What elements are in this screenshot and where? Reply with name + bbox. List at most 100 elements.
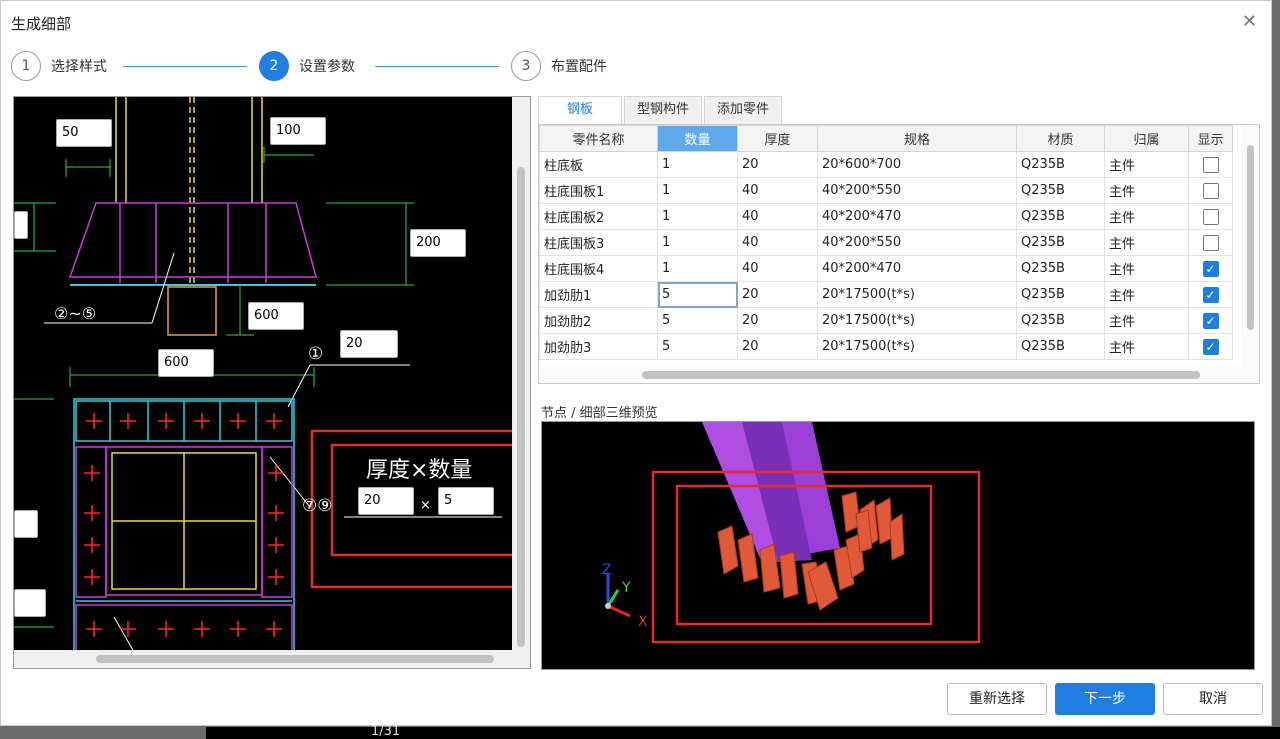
cell-name[interactable]: 柱底板 [539,151,658,178]
cell-thick[interactable]: 20 [737,333,818,360]
cell-thick[interactable]: 20 [737,307,818,334]
tab-steel-plate[interactable]: 钢板 [538,96,622,124]
next-button[interactable]: 下一步 [1055,683,1155,715]
cell-qty[interactable]: 1 [657,177,738,204]
cad-horizontal-scrollbar[interactable] [14,650,530,668]
dim-input-20[interactable]: 20 [340,330,398,358]
col-thickness[interactable]: 厚度 [737,125,818,152]
cad-vertical-scrollbar[interactable] [512,97,530,652]
cell-mat[interactable]: Q235B [1016,229,1105,256]
cell-spec[interactable]: 20*17500(t*s) [817,307,1017,334]
cell-show[interactable] [1188,177,1233,204]
cell-mat[interactable]: Q235B [1016,151,1105,178]
cell-qty[interactable]: 1 [657,203,738,230]
table-row[interactable]: 柱底围板3 1 40 40*200*550 Q235B 主件 [539,229,1233,256]
checkbox-unchecked[interactable] [1202,182,1219,199]
close-icon[interactable]: ✕ [1242,11,1257,32]
cell-mat[interactable]: Q235B [1016,255,1105,282]
cell-qty[interactable]: 1 [657,229,738,256]
cell-spec[interactable]: 40*200*470 [817,255,1017,282]
cell-thick[interactable]: 20 [737,151,818,178]
scroll-thumb[interactable] [96,655,494,663]
cell-qty[interactable]: 5 [657,307,738,334]
cell-owner[interactable]: 主件 [1104,151,1189,178]
dim-input-200[interactable]: 200 [410,229,466,257]
table-horizontal-scrollbar[interactable] [539,367,1243,383]
3d-preview-viewport[interactable]: Z Y X [541,421,1255,670]
cell-show[interactable]: ✓ [1188,333,1233,360]
dim-input-50[interactable]: 50 [56,119,112,147]
cell-spec[interactable]: 40*200*550 [817,229,1017,256]
table-row[interactable]: 加劲肋3 5 20 20*17500(t*s) Q235B 主件 ✓ [539,333,1233,360]
cell-qty[interactable]: 1 [657,255,738,282]
table-row[interactable]: 加劲肋2 5 20 20*17500(t*s) Q235B 主件 ✓ [539,307,1233,334]
table-row[interactable]: 柱底板 1 20 20*600*700 Q235B 主件 [539,151,1233,178]
cell-thick[interactable]: 40 [737,255,818,282]
dim-input-partial[interactable] [14,589,46,617]
cell-spec[interactable]: 20*17500(t*s) [817,281,1017,308]
cell-show[interactable] [1188,229,1233,256]
cell-name[interactable]: 柱底围板4 [539,255,658,282]
tab-section-steel[interactable]: 型钢构件 [624,96,703,124]
dim-input-600-width[interactable]: 600 [158,349,214,377]
dim-input-600-height[interactable]: 600 [248,302,304,330]
checkbox-checked[interactable]: ✓ [1202,260,1219,277]
cell-owner[interactable]: 主件 [1104,229,1189,256]
cell-owner[interactable]: 主件 [1104,177,1189,204]
scroll-thumb[interactable] [1247,145,1254,330]
table-row[interactable]: 柱底围板1 1 40 40*200*550 Q235B 主件 [539,177,1233,204]
cell-name[interactable]: 柱底围板1 [539,177,658,204]
cell-show[interactable] [1188,151,1233,178]
checkbox-checked[interactable]: ✓ [1202,338,1219,355]
cad-drawing-panel[interactable]: ②~⑤ ① ⑦⑨ 厚度×数量 × 50 100 200 600 600 20 2… [13,96,531,669]
cell-owner[interactable]: 主件 [1104,333,1189,360]
cell-mat[interactable]: Q235B [1016,281,1105,308]
checkbox-unchecked[interactable] [1202,156,1219,173]
cell-spec[interactable]: 40*200*550 [817,177,1017,204]
cell-name[interactable]: 加劲肋3 [539,333,658,360]
cell-show[interactable] [1188,203,1233,230]
scroll-thumb[interactable] [642,371,1200,379]
col-show[interactable]: 显示 [1188,125,1233,152]
table-row[interactable]: 加劲肋1 5 20 20*17500(t*s) Q235B 主件 ✓ [539,281,1233,308]
thickness-input[interactable]: 20 [358,487,414,515]
cell-spec[interactable]: 20*600*700 [817,151,1017,178]
cell-qty[interactable]: 1 [657,151,738,178]
cell-show[interactable]: ✓ [1188,281,1233,308]
cell-owner[interactable]: 主件 [1104,307,1189,334]
checkbox-checked[interactable]: ✓ [1202,286,1219,303]
cell-name[interactable]: 加劲肋1 [539,281,658,308]
cell-owner[interactable]: 主件 [1104,281,1189,308]
cell-thick[interactable]: 40 [737,203,818,230]
checkbox-unchecked[interactable] [1202,234,1219,251]
cell-spec[interactable]: 40*200*470 [817,203,1017,230]
checkbox-checked[interactable]: ✓ [1202,312,1219,329]
cell-show[interactable]: ✓ [1188,255,1233,282]
cell-spec[interactable]: 20*17500(t*s) [817,333,1017,360]
dim-input-partial[interactable] [14,510,38,538]
col-owner[interactable]: 归属 [1104,125,1189,152]
cell-owner[interactable]: 主件 [1104,203,1189,230]
table-row[interactable]: 柱底围板4 1 40 40*200*470 Q235B 主件 ✓ [539,255,1233,282]
cell-qty[interactable]: 5 [657,281,738,308]
cell-thick[interactable]: 20 [737,281,818,308]
tab-add-part[interactable]: 添加零件 [704,96,783,124]
dim-input-partial[interactable] [14,211,28,239]
cell-name[interactable]: 柱底围板2 [539,203,658,230]
reselect-button[interactable]: 重新选择 [947,683,1047,715]
table-vertical-scrollbar[interactable] [1241,125,1259,383]
checkbox-unchecked[interactable] [1202,208,1219,225]
col-material[interactable]: 材质 [1016,125,1105,152]
quantity-input[interactable]: 5 [438,487,494,515]
cell-mat[interactable]: Q235B [1016,307,1105,334]
cell-qty[interactable]: 5 [657,333,738,360]
cell-thick[interactable]: 40 [737,177,818,204]
scroll-thumb[interactable] [517,167,525,647]
col-spec[interactable]: 规格 [817,125,1017,152]
cancel-button[interactable]: 取消 [1163,683,1263,715]
cell-name[interactable]: 加劲肋2 [539,307,658,334]
col-quantity[interactable]: 数量 [657,125,738,152]
cell-owner[interactable]: 主件 [1104,255,1189,282]
dim-input-100[interactable]: 100 [270,117,326,145]
cell-mat[interactable]: Q235B [1016,177,1105,204]
